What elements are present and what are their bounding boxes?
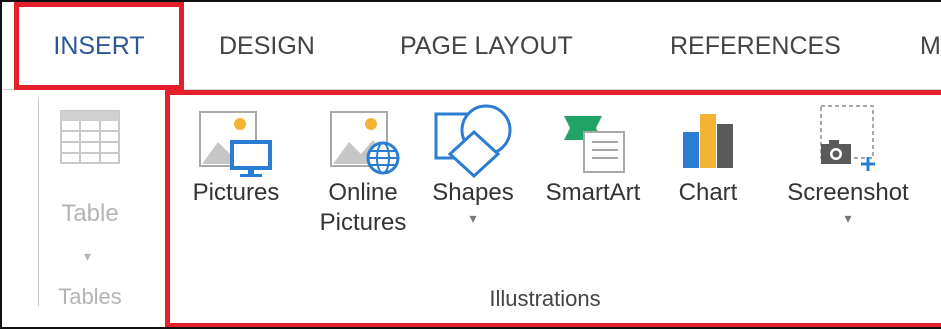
online-pictures-label-line2: Pictures <box>319 209 407 236</box>
pictures-icon <box>199 111 272 177</box>
online-pictures-label-line1: Online <box>328 179 398 206</box>
chart-icon <box>683 114 733 168</box>
screenshot-label: Screenshot <box>787 179 909 206</box>
ribbon-body: Table ▾ Tables Pictures Online Pictures … <box>2 90 941 327</box>
table-button[interactable]: Table ▾ <box>40 100 140 270</box>
chart-label: Chart <box>678 179 738 206</box>
screenshot-dropdown-arrow: ▾ <box>844 210 852 226</box>
online-pictures-button[interactable]: Online Pictures <box>308 102 418 238</box>
online-pictures-icon <box>330 111 400 175</box>
group-label-illustrations: Illustrations <box>489 286 601 311</box>
shapes-label: Shapes <box>432 179 514 206</box>
pictures-label: Pictures <box>192 179 280 206</box>
shapes-dropdown-arrow: ▾ <box>469 210 477 226</box>
shapes-icon <box>434 104 512 178</box>
group-separator <box>38 98 39 306</box>
chart-button[interactable]: Chart <box>666 102 750 208</box>
tab-design[interactable]: DESIGN <box>219 2 315 90</box>
table-icon <box>60 110 120 164</box>
tab-mailings-partial[interactable]: M <box>920 2 941 90</box>
tab-insert[interactable]: INSERT <box>14 2 184 90</box>
smartart-icon <box>564 116 625 173</box>
ribbon-frame: INSERT DESIGN PAGE LAYOUT REFERENCES M T… <box>0 0 941 329</box>
tab-page-layout[interactable]: PAGE LAYOUT <box>400 2 573 90</box>
pictures-button[interactable]: Pictures <box>180 102 292 208</box>
shapes-button[interactable]: Shapes ▾ <box>422 102 524 228</box>
smartart-label: SmartArt <box>545 179 641 206</box>
screenshot-button[interactable]: Screenshot ▾ <box>770 102 926 228</box>
smartart-button[interactable]: SmartArt <box>530 102 656 208</box>
ribbon-tab-row: INSERT DESIGN PAGE LAYOUT REFERENCES M <box>2 2 941 90</box>
table-label: Table <box>61 200 119 227</box>
group-label-tables: Tables <box>58 284 122 309</box>
screenshot-icon <box>820 105 875 171</box>
tab-references[interactable]: REFERENCES <box>670 2 841 90</box>
table-dropdown-arrow: ▾ <box>84 248 92 264</box>
